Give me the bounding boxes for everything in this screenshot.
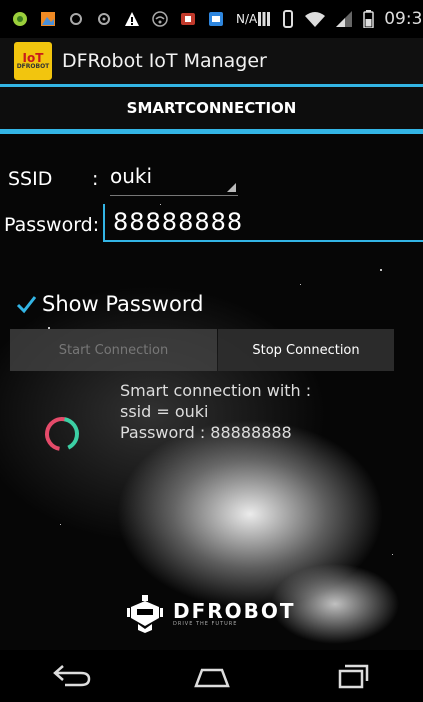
ssid-label: SSID	[8, 168, 53, 190]
star	[300, 284, 301, 285]
star	[380, 269, 382, 271]
home-icon[interactable]	[190, 662, 234, 690]
star	[392, 554, 393, 555]
app-title: DFRobot IoT Manager	[62, 50, 267, 72]
stop-connection-label: Stop Connection	[252, 342, 360, 358]
bars-icon	[258, 12, 271, 26]
network-label: N/A	[236, 12, 258, 26]
app-icon-2	[41, 12, 55, 26]
show-password-checkbox[interactable]: Show Password	[16, 292, 203, 316]
status-line: ssid = ouki	[120, 402, 209, 421]
clock: 09:37	[384, 9, 423, 29]
signal-icon	[336, 11, 353, 27]
ssid-dropdown[interactable]: ouki	[110, 164, 238, 196]
app-icon-3	[181, 13, 195, 25]
dropdown-arrow-icon	[227, 183, 236, 192]
brand-name: DFROBOT	[173, 599, 296, 623]
status-line: Smart connection with :	[120, 381, 312, 400]
app-content: SMARTCONNECTION SSID : ouki Password: 88…	[0, 84, 423, 650]
app-icon-1	[13, 12, 27, 26]
stop-connection-button[interactable]: Stop Connection	[218, 329, 394, 371]
status-bar: N/A 09:37	[0, 0, 423, 38]
star	[60, 524, 61, 525]
dfrobot-logo: DFROBOT DRIVE THE FUTURE	[127, 594, 296, 634]
warning-icon	[125, 12, 139, 26]
back-icon[interactable]	[49, 662, 93, 690]
show-password-label: Show Password	[42, 292, 204, 316]
password-label: Password:	[4, 214, 100, 236]
action-bar: IoT DFROBOT DFRobot IoT Manager	[0, 38, 423, 84]
navigation-bar	[0, 650, 423, 702]
tab-label: SMARTCONNECTION	[126, 99, 297, 117]
tab-smartconnection[interactable]: SMARTCONNECTION	[0, 84, 423, 134]
checkmark-icon	[16, 296, 36, 314]
recents-icon[interactable]	[331, 662, 375, 690]
start-connection-label: Start Connection	[58, 342, 169, 358]
sim-icon	[209, 12, 223, 26]
notification-icons: N/A	[0, 11, 257, 27]
ssid-separator: :	[92, 168, 99, 190]
app-logo[interactable]: IoT DFROBOT	[14, 42, 52, 80]
start-connection-button[interactable]: Start Connection	[10, 329, 217, 371]
wifi-circle-icon	[152, 11, 168, 27]
connection-status: Smart connection with : ssid = ouki Pass…	[120, 380, 311, 443]
app-logo-subtext: DFROBOT	[16, 63, 50, 70]
password-value: 88888888	[113, 208, 244, 236]
status-line: Password : 88888888	[120, 423, 292, 442]
progress-spinner-icon	[45, 417, 79, 451]
system-icons: 09:37	[257, 9, 423, 29]
ssid-value: ouki	[110, 164, 153, 188]
robot-icon	[127, 595, 163, 633]
vibrate-icon	[283, 10, 294, 28]
battery-icon	[363, 10, 374, 28]
wifi-icon	[305, 12, 326, 27]
password-input[interactable]: 88888888	[103, 204, 423, 242]
circle-icon	[70, 13, 82, 25]
circle-icon	[98, 13, 110, 25]
